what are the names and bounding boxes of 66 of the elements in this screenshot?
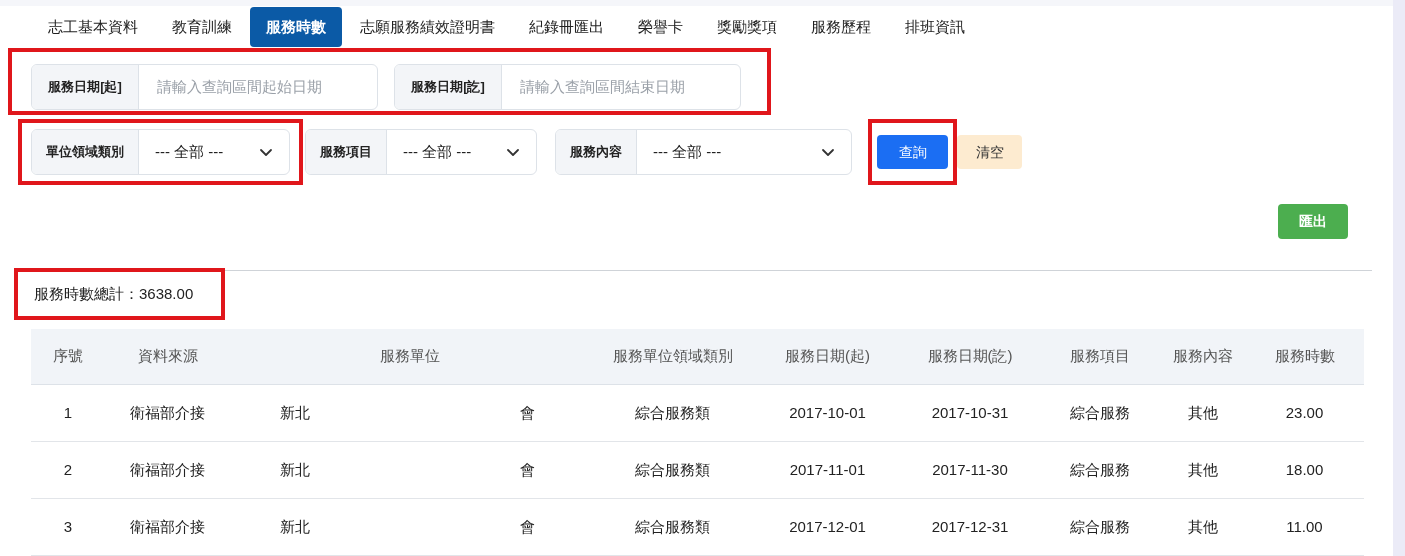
column-header: 服務時數 — [1273, 346, 1336, 367]
table-cell-text: 新北 — [280, 459, 310, 480]
tab[interactable]: 志願服務績效證明書 — [344, 7, 511, 47]
date-input[interactable]: 請輸入查詢區間結束日期 — [502, 65, 740, 109]
column-header: 服務單位領域類別 — [611, 346, 734, 367]
tab[interactable]: 排班資訊 — [889, 7, 981, 47]
select-value: --- 全部 --- — [155, 141, 224, 162]
column-header: 服務單位 — [379, 346, 441, 367]
table-cell-text: 2 — [62, 459, 74, 480]
table-cell-text: 衛福部介接 — [129, 459, 206, 480]
select-field[interactable]: 服務項目 --- 全部 --- — [305, 129, 537, 175]
column-header: 服務項目 — [1069, 346, 1131, 367]
field-label: 服務項目 — [306, 130, 387, 174]
table-cell-text: 綜合服務 — [1069, 516, 1131, 537]
table-cell-text: 23.00 — [1284, 402, 1325, 423]
column-header: 服務內容 — [1171, 346, 1234, 367]
select-value: --- 全部 --- — [653, 141, 722, 162]
field-label: 服務日期[訖] — [395, 65, 502, 109]
tab[interactable]: 志工基本資料 — [32, 7, 154, 47]
clear-button[interactable]: 清空 — [957, 135, 1022, 169]
select-value: --- 全部 --- — [403, 141, 472, 162]
table-cell-text: 新北 — [280, 516, 310, 537]
date-field[interactable]: 服務日期[起] 請輸入查詢區間起始日期 — [31, 64, 378, 110]
column-header: 服務日期(訖) — [926, 346, 1014, 367]
tab[interactable]: 服務歷程 — [795, 7, 887, 47]
table-cell-text: 其他 — [1186, 459, 1219, 480]
search-button[interactable]: 查詢 — [877, 135, 948, 169]
table-cell-text: 其他 — [1186, 516, 1219, 537]
date-input[interactable]: 請輸入查詢區間起始日期 — [139, 65, 377, 109]
table-cell-text: 其他 — [1186, 402, 1219, 423]
column-header: 服務日期(起) — [784, 346, 871, 367]
table-cell-text: 2017-12-31 — [930, 516, 1010, 537]
select-field[interactable]: 單位領域類別 --- 全部 --- — [31, 129, 290, 175]
tab[interactable]: 服務時數 — [250, 7, 342, 47]
table-cell-text: 綜合服務類 — [634, 516, 711, 537]
field-label: 服務日期[起] — [32, 65, 139, 109]
table-cell-text: 會 — [520, 402, 535, 423]
tab[interactable]: 教育訓練 — [156, 7, 248, 47]
table-cell-text: 會 — [520, 459, 535, 480]
select-field[interactable]: 服務內容 --- 全部 --- — [555, 129, 852, 175]
tab[interactable]: 獎勵獎項 — [701, 7, 793, 47]
table-cell-text: 11.00 — [1285, 516, 1324, 537]
tab[interactable]: 紀錄冊匯出 — [513, 7, 620, 47]
total-hours: 服務時數總計：3638.00 — [34, 283, 194, 304]
table-cell-text: 2017-11-30 — [931, 459, 1009, 480]
column-header: 序號 — [52, 346, 84, 367]
table-cell-text: 新北 — [280, 402, 310, 423]
table-cell-text: 綜合服務 — [1069, 459, 1131, 480]
table-cell-text: 會 — [520, 516, 535, 537]
table-cell-text: 18.00 — [1284, 459, 1325, 480]
table-cell-text: 2017-10-01 — [788, 402, 867, 423]
field-label: 單位領域類別 — [32, 130, 139, 174]
table-cell-text: 綜合服務類 — [634, 459, 711, 480]
field-label: 服務內容 — [556, 130, 637, 174]
table-cell-text: 3 — [62, 516, 74, 537]
tab[interactable]: 榮譽卡 — [622, 7, 699, 47]
table-cell-text: 2017-12-01 — [788, 516, 867, 537]
table-cell-text: 綜合服務 — [1069, 402, 1131, 423]
table-cell-text: 綜合服務類 — [634, 402, 711, 423]
column-header: 資料來源 — [136, 346, 199, 367]
table-cell-text: 2017-10-31 — [930, 402, 1010, 423]
table-cell-text: 2017-11-01 — [788, 459, 867, 480]
table-cell-text: 衛福部介接 — [129, 516, 206, 537]
date-field[interactable]: 服務日期[訖] 請輸入查詢區間結束日期 — [394, 64, 741, 110]
table-cell-text: 1 — [62, 402, 74, 423]
table-cell-text: 衛福部介接 — [129, 402, 206, 423]
